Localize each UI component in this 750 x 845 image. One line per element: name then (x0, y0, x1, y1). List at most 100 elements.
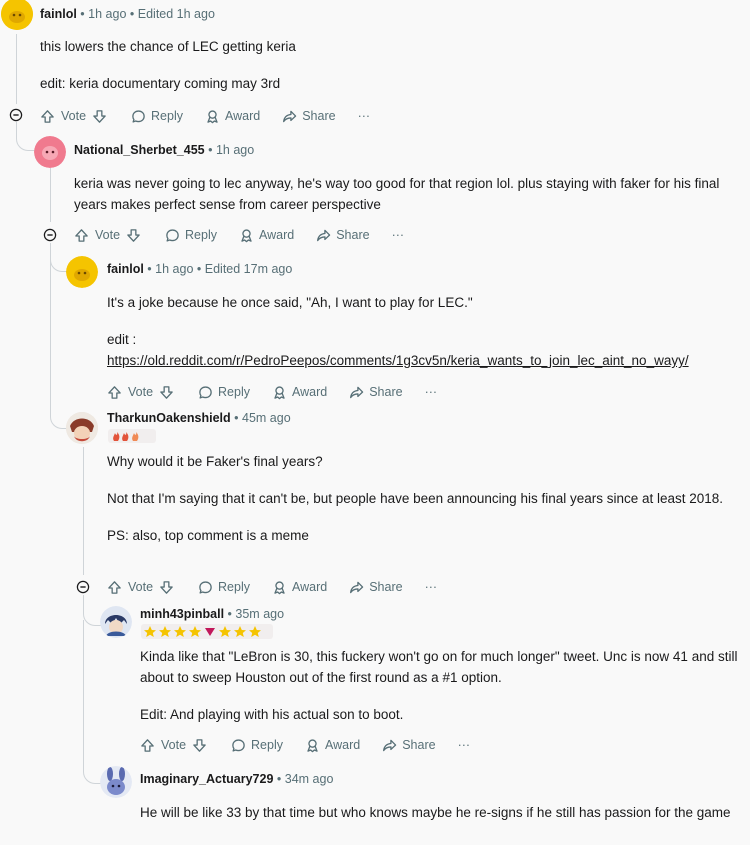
username[interactable]: minh43pinball (140, 607, 224, 621)
thread-line[interactable] (50, 168, 51, 222)
username[interactable]: National_Sherbet_455 (74, 143, 205, 157)
reply-button[interactable]: Reply (131, 109, 183, 124)
reply-icon (231, 738, 246, 753)
timestamp[interactable]: 1h ago (88, 7, 126, 21)
downvote-icon[interactable] (92, 109, 107, 124)
share-button[interactable]: Share (349, 580, 403, 595)
reply-button[interactable]: Reply (198, 385, 250, 400)
edited-label: Edited 17m ago (204, 262, 293, 276)
award-button[interactable]: Award (272, 580, 327, 595)
avatar[interactable] (100, 606, 132, 638)
reply-button[interactable]: Reply (165, 228, 217, 243)
more-options-button[interactable]: ··· (392, 228, 405, 242)
comment-meta: minh43pinball • 35m ago (140, 607, 285, 621)
thread-connector (16, 122, 35, 151)
comment-body: keria was never going to lec anyway, he'… (74, 176, 720, 212)
vote-label: Vote (161, 738, 187, 752)
award-button[interactable]: Award (205, 109, 260, 124)
thread-line[interactable] (83, 447, 84, 575)
comment-actions: Vote Reply Award Share ··· (40, 106, 392, 126)
comment-meta: National_Sherbet_455 • 1h ago (74, 143, 255, 157)
username[interactable]: fainlol (107, 262, 144, 276)
username[interactable]: Imaginary_Actuary729 (140, 772, 273, 786)
more-options-button[interactable]: ··· (425, 385, 438, 399)
comment-actions: Vote Reply Award Share ··· (74, 225, 426, 245)
share-button[interactable]: Share (316, 228, 370, 243)
award-button[interactable]: Award (239, 228, 294, 243)
avatar[interactable] (66, 256, 98, 288)
award-icon (239, 228, 254, 243)
vote-label: Vote (128, 385, 154, 399)
avatar[interactable] (66, 412, 98, 444)
award-button[interactable]: Award (272, 385, 327, 400)
vote-group: Vote (140, 738, 207, 753)
award-icon (272, 580, 287, 595)
downvote-icon[interactable] (159, 580, 174, 595)
comment-actions: Vote Reply Award Share ··· (107, 382, 459, 402)
comment-body: Why would it be Faker's final years? Not… (107, 454, 724, 543)
username[interactable]: fainlol (40, 7, 77, 21)
share-icon (382, 738, 397, 753)
user-flair (141, 624, 273, 639)
share-button[interactable]: Share (349, 385, 403, 400)
comment-actions: Vote Reply Award Share ··· (107, 577, 459, 597)
edited-label: Edited 1h ago (137, 7, 215, 21)
upvote-icon[interactable] (107, 580, 122, 595)
timestamp[interactable]: 35m ago (235, 607, 284, 621)
award-icon (205, 109, 220, 124)
more-options-button[interactable]: ··· (425, 580, 438, 594)
upvote-icon[interactable] (40, 109, 55, 124)
thread-line[interactable] (16, 34, 17, 104)
share-icon (282, 109, 297, 124)
vote-label: Vote (128, 580, 154, 594)
comment-link[interactable]: https://old.reddit.com/r/PedroPeepos/com… (107, 353, 689, 368)
award-button[interactable]: Award (305, 738, 360, 753)
comment-actions: Vote Reply Award Share ··· (140, 735, 492, 755)
comment-meta: TharkunOakenshield • 45m ago (107, 411, 291, 425)
timestamp[interactable]: 1h ago (155, 262, 193, 276)
avatar[interactable] (100, 766, 132, 798)
snoo-avatar-icon (1, 0, 33, 30)
user-flair (108, 429, 156, 443)
vote-label: Vote (95, 228, 121, 242)
reply-icon (198, 385, 213, 400)
upvote-icon[interactable] (107, 385, 122, 400)
avatar[interactable] (34, 136, 66, 168)
comment-body: Kinda like that "LeBron is 30, this fuck… (140, 649, 738, 722)
avatar[interactable] (1, 0, 33, 30)
more-options-button[interactable]: ··· (358, 109, 371, 123)
downvote-icon[interactable] (126, 228, 141, 243)
character-avatar-icon (66, 412, 98, 444)
comment-body: It's a joke because he once said, "Ah, I… (107, 295, 689, 368)
downvote-icon[interactable] (159, 385, 174, 400)
comment-meta: fainlol • 1h ago • Edited 1h ago (40, 7, 215, 21)
snoo-avatar-icon (34, 136, 66, 168)
more-options-button[interactable]: ··· (458, 738, 471, 752)
reply-button[interactable]: Reply (231, 738, 283, 753)
upvote-icon[interactable] (140, 738, 155, 753)
timestamp[interactable]: 1h ago (216, 143, 254, 157)
collapse-icon[interactable] (9, 108, 23, 122)
flame-flair-icon (113, 432, 139, 441)
vote-group: Vote (40, 109, 107, 124)
reply-button[interactable]: Reply (198, 580, 250, 595)
collapse-icon[interactable] (76, 580, 90, 594)
share-button[interactable]: Share (282, 109, 336, 124)
downvote-icon[interactable] (192, 738, 207, 753)
reply-icon (198, 580, 213, 595)
upvote-icon[interactable] (74, 228, 89, 243)
collapse-icon[interactable] (43, 228, 57, 242)
comment-body: this lowers the chance of LEC getting ke… (40, 39, 296, 91)
username[interactable]: TharkunOakenshield (107, 411, 231, 425)
bunny-avatar-icon (100, 766, 132, 798)
share-icon (316, 228, 331, 243)
thread-connector (50, 243, 67, 429)
share-button[interactable]: Share (382, 738, 436, 753)
award-icon (272, 385, 287, 400)
reply-icon (165, 228, 180, 243)
timestamp[interactable]: 34m ago (285, 772, 334, 786)
comment-meta: fainlol • 1h ago • Edited 17m ago (107, 262, 293, 276)
award-icon (305, 738, 320, 753)
timestamp[interactable]: 45m ago (242, 411, 291, 425)
vote-group: Vote (107, 580, 174, 595)
